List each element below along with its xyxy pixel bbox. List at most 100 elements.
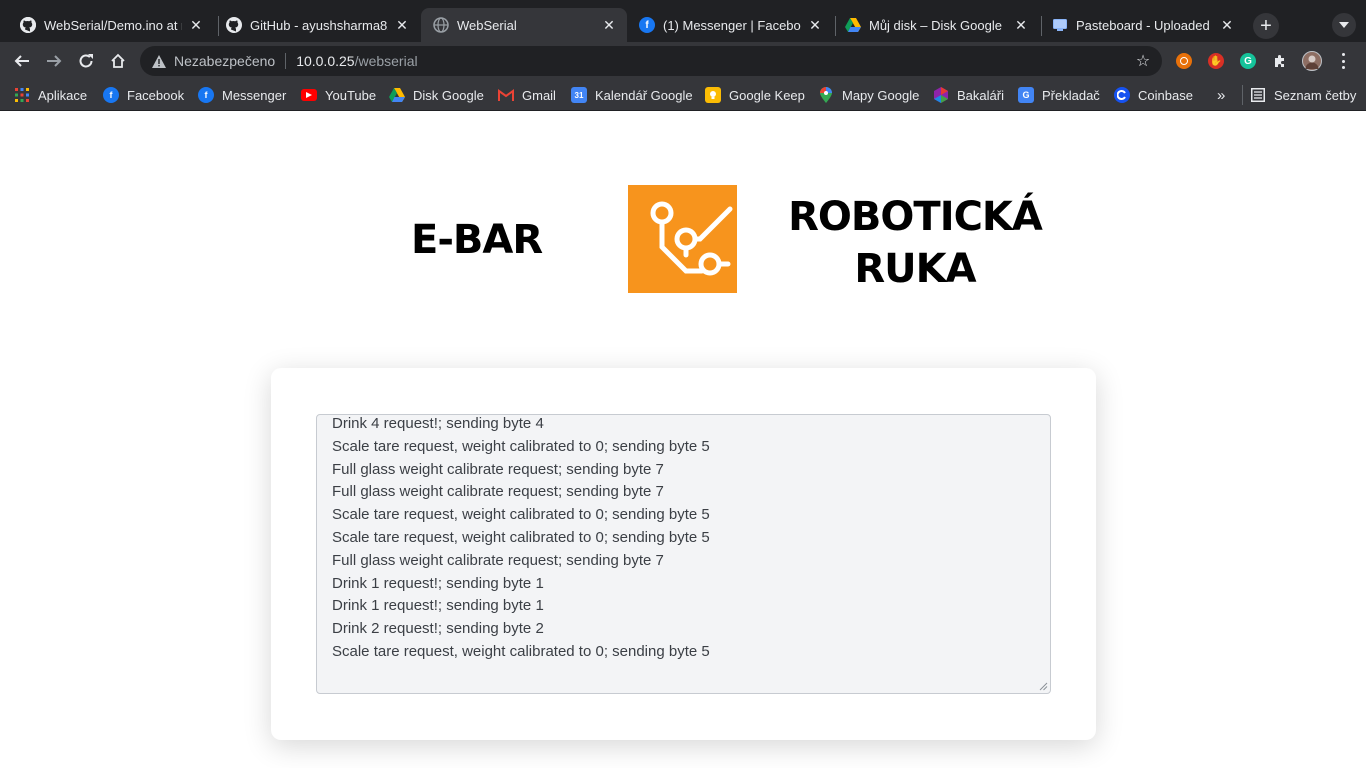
facebook-icon: f [639, 17, 655, 33]
home-icon [111, 53, 125, 68]
bookmark-google-keep[interactable]: Google Keep [705, 86, 805, 104]
serial-log-textarea[interactable]: Drink 4 request!; sending byte 4 Scale ta… [316, 414, 1051, 694]
browser-toolbar: Nezabezpečeno 10.0.0.25/webserial ☆ ✋ G [0, 42, 1366, 80]
serial-log-line: Full glass weight calibrate request; sen… [332, 483, 664, 501]
bookmark-prekladac[interactable]: G Překladač [1018, 86, 1100, 104]
pasteboard-icon [1052, 17, 1068, 33]
serial-log-line: Scale tare request, weight calibrated to… [332, 642, 710, 660]
avatar[interactable] [1302, 51, 1322, 71]
tab-title: (1) Messenger | Facebook [663, 17, 801, 33]
close-icon[interactable]: ✕ [188, 17, 204, 33]
bookmark-label: Facebook [127, 87, 185, 103]
bookmark-label: Messenger [222, 87, 287, 103]
bookmark-facebook[interactable]: f Facebook [103, 86, 184, 104]
serial-log-line: Drink 4 request!; sending byte 4 [332, 415, 544, 432]
tab-strip: WebSerial/Demo.ino at m ✕ GitHub - ayush… [0, 0, 1366, 42]
tab-google-drive[interactable]: Můj disk – Disk Google ✕ [833, 8, 1039, 42]
bookmarks-overflow-button[interactable]: » [1217, 86, 1225, 104]
gmail-icon [498, 87, 514, 103]
youtube-icon [301, 89, 317, 101]
github-icon [20, 17, 36, 33]
tab-github-ayushsharma[interactable]: GitHub - ayushsharma82 ✕ [214, 8, 420, 42]
url-host: 10.0.0.25 [296, 53, 355, 69]
address-bar[interactable]: Nezabezpečeno 10.0.0.25/webserial ☆ [140, 46, 1162, 76]
reading-list-icon [1250, 87, 1266, 103]
warning-icon[interactable] [152, 54, 166, 68]
bookmark-label: Aplikace [38, 87, 88, 103]
bookmark-aplikace[interactable]: Aplikace [14, 86, 87, 104]
extension-orange-icon[interactable] [1176, 53, 1192, 69]
serial-log-line: Full glass weight calibrate request; sen… [332, 460, 664, 478]
tab-search-button[interactable] [1332, 13, 1356, 37]
coinbase-icon [1114, 87, 1130, 103]
brand-title-line1: ROBOTICKÁ [788, 194, 1043, 240]
tab-title: GitHub - ayushsharma82 [250, 17, 388, 33]
bookmark-gmail[interactable]: Gmail [498, 86, 556, 104]
back-button[interactable] [8, 47, 36, 75]
close-icon[interactable]: ✕ [1013, 17, 1029, 33]
github-icon [226, 17, 242, 33]
serial-log-line: Scale tare request, weight calibrated to… [332, 437, 710, 455]
tab-title: Můj disk – Disk Google [869, 17, 1002, 33]
serial-log-line: Full glass weight calibrate request; sen… [332, 551, 664, 569]
browser-menu-icon[interactable] [1337, 52, 1349, 70]
tab-title: Pasteboard - Uploaded Im [1076, 17, 1213, 33]
bookmark-coinbase[interactable]: Coinbase [1114, 86, 1193, 104]
grammarly-icon[interactable]: G [1240, 53, 1256, 69]
close-icon[interactable]: ✕ [807, 17, 823, 33]
serial-log-line: Scale tare request, weight calibrated to… [332, 506, 710, 524]
apps-grid-icon [14, 87, 30, 103]
bookmark-label: YouTube [325, 87, 377, 103]
adblock-hand-icon[interactable]: ✋ [1208, 53, 1224, 69]
extensions-puzzle-icon[interactable] [1272, 53, 1288, 69]
facebook-icon: f [198, 87, 214, 103]
webserial-card: Drink 4 request!; sending byte 4 Scale ta… [271, 368, 1096, 740]
tab-title: WebSerial [457, 17, 517, 33]
bookmark-kalendar-google[interactable]: 31 Kalendář Google [571, 86, 693, 104]
tab-pasteboard[interactable]: Pasteboard - Uploaded Im ✕ [1040, 8, 1245, 42]
tab-title: WebSerial/Demo.ino at m [44, 17, 182, 33]
brand-title-left: E-BAR [411, 217, 543, 263]
bookmark-messenger[interactable]: f Messenger [198, 86, 286, 104]
google-calendar-icon: 31 [571, 87, 587, 103]
new-tab-button[interactable]: + [1253, 13, 1279, 39]
serial-log-line: Drink 1 request!; sending byte 1 [332, 597, 544, 615]
bookmark-label: Disk Google [413, 87, 484, 103]
reading-list-button[interactable]: Seznam četby [1250, 86, 1356, 104]
google-maps-icon [818, 87, 834, 103]
arrow-right-icon [47, 55, 62, 67]
serial-log-line: Drink 1 request!; sending byte 1 [332, 574, 544, 592]
bookmark-mapy-google[interactable]: Mapy Google [818, 86, 919, 104]
close-icon[interactable]: ✕ [394, 17, 410, 33]
forward-button[interactable] [40, 47, 68, 75]
bookmark-label: Mapy Google [842, 87, 920, 103]
google-drive-icon [845, 17, 861, 33]
tab-messenger[interactable]: f (1) Messenger | Facebook ✕ [627, 8, 833, 42]
bookmarks-bar: Aplikace f Facebook f Messenger YouTube … [0, 80, 1366, 111]
brand-title-right: ROBOTICKÁ RUKA [770, 191, 1060, 295]
reload-button[interactable] [72, 47, 100, 75]
tab-webserial-demo[interactable]: WebSerial/Demo.ino at m ✕ [8, 8, 214, 42]
bookmark-youtube[interactable]: YouTube [301, 86, 376, 104]
serial-log-line: Scale tare request, weight calibrated to… [332, 528, 710, 546]
google-translate-icon: G [1018, 87, 1034, 103]
chevron-down-icon [1339, 22, 1349, 28]
security-label[interactable]: Nezabezpečeno [174, 53, 275, 69]
bookmark-disk-google[interactable]: Disk Google [389, 86, 484, 104]
home-button[interactable] [104, 47, 132, 75]
google-drive-icon [389, 87, 405, 103]
tab-webserial[interactable]: WebSerial ✕ [421, 8, 627, 42]
bookmark-star-icon[interactable]: ☆ [1134, 52, 1152, 70]
resize-handle-icon[interactable] [1039, 682, 1048, 691]
reading-list-label: Seznam četby [1274, 87, 1357, 103]
close-icon[interactable]: ✕ [601, 17, 617, 33]
reload-icon [79, 54, 93, 68]
bookmark-label: Kalendář Google [595, 87, 693, 103]
close-icon[interactable]: ✕ [1219, 17, 1235, 33]
facebook-icon: f [103, 87, 119, 103]
bookmark-bakalari[interactable]: Bakaláři [933, 86, 1004, 104]
url-path: /webserial [354, 53, 418, 69]
circuit-logo-icon [628, 185, 737, 293]
google-keep-icon [705, 87, 721, 103]
globe-icon [433, 17, 449, 33]
